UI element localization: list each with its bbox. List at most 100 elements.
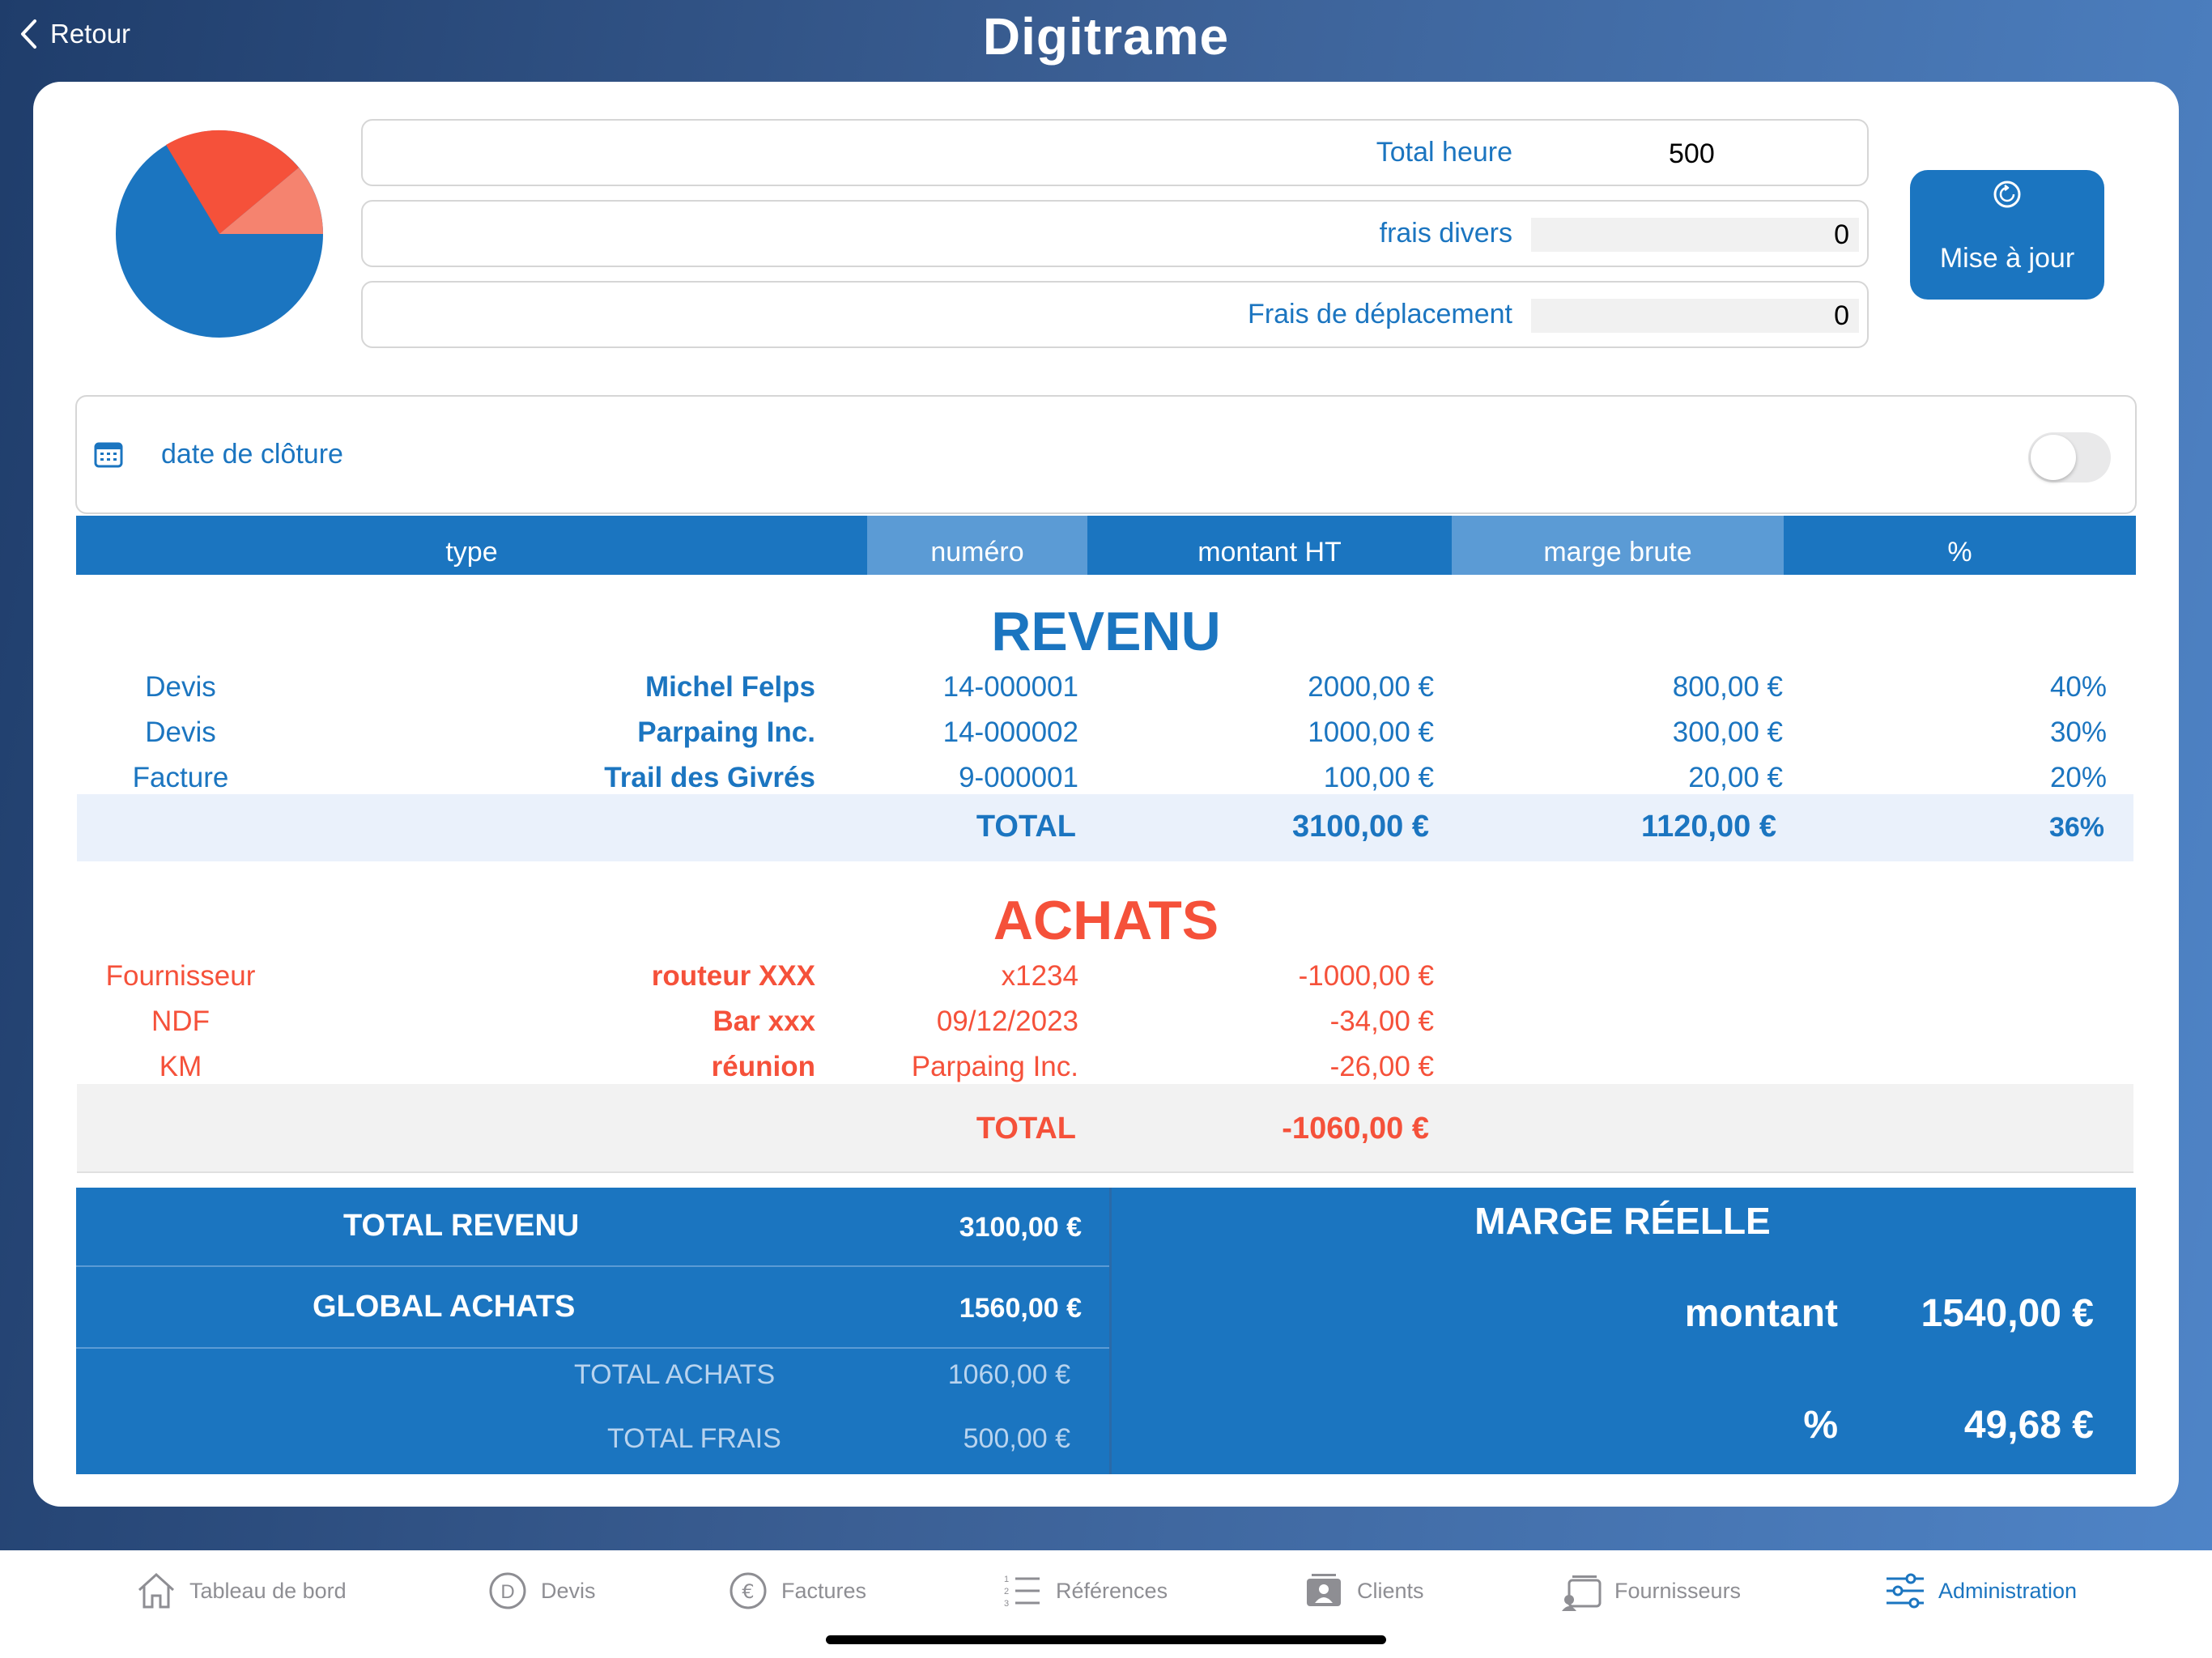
col-type: type — [445, 537, 498, 568]
devis-icon: D — [489, 1572, 526, 1609]
calendar-icon — [94, 442, 123, 468]
tab-label: Fournisseurs — [1614, 1578, 1742, 1603]
row-montant: 100,00 € — [1323, 762, 1434, 793]
frais-divers-field: frais divers 0 — [361, 200, 1869, 267]
tab-label: Références — [1056, 1578, 1168, 1603]
tab-fournisseurs[interactable]: Fournisseurs — [1559, 1567, 1741, 1615]
row-name[interactable]: Parpaing Inc. — [637, 716, 815, 749]
tab-label: Administration — [1938, 1578, 2078, 1603]
marge-montant-value: 1540,00 € — [1921, 1292, 2094, 1335]
frais-deplacement-field: Frais de déplacement 0 — [361, 281, 1869, 348]
total-achats-value: 1060,00 € — [947, 1359, 1070, 1390]
euro-icon: € — [730, 1572, 767, 1609]
col-numero: numéro — [867, 516, 1087, 575]
closing-date-label: date de clôture — [161, 439, 343, 470]
tab-bar: Tableau de bord D Devis € Factures 1 2 3 R… — [0, 1550, 2212, 1658]
main-card: Total heure 500 frais divers 0 Frais de … — [33, 82, 2179, 1507]
revenu-total-marge: 1120,00 € — [1641, 810, 1776, 844]
tab-tableau-de-bord[interactable]: Tableau de bord — [134, 1567, 347, 1615]
total-revenu-label: TOTAL REVENU — [343, 1209, 580, 1243]
row-montant: -1000,00 € — [1298, 960, 1434, 992]
row-type: KM — [159, 1051, 202, 1082]
row-type: NDF — [151, 1005, 210, 1037]
toggle-knob — [2031, 435, 2076, 480]
achats-total-montant: -1060,00 € — [1282, 1112, 1429, 1146]
refresh-icon — [1993, 181, 2021, 208]
revenu-total-row — [77, 794, 2133, 861]
closing-date-row: date de clôture — [75, 395, 2137, 514]
row-marge: 300,00 € — [1672, 716, 1783, 748]
row-marge: 800,00 € — [1672, 671, 1783, 703]
update-button[interactable]: Mise à jour — [1910, 170, 2104, 300]
svg-text:2: 2 — [1004, 1587, 1009, 1596]
total-frais-label: TOTAL FRAIS — [607, 1423, 781, 1454]
update-button-label: Mise à jour — [1939, 243, 2075, 274]
total-heure-label: Total heure — [1376, 137, 1512, 168]
row-montant: 2000,00 € — [1308, 671, 1434, 703]
summary-divider — [76, 1347, 1109, 1349]
tab-label: Clients — [1357, 1578, 1424, 1603]
global-achats-label: GLOBAL ACHATS — [313, 1290, 576, 1324]
home-icon — [138, 1572, 175, 1609]
marge-percent-label: % — [1803, 1404, 1838, 1447]
row-name[interactable]: réunion — [712, 1051, 815, 1083]
row-percent: 40% — [2049, 671, 2107, 703]
row-montant: 1000,00 € — [1308, 716, 1434, 748]
row-numero: 14-000001 — [942, 671, 1078, 703]
global-achats-value: 1560,00 € — [959, 1293, 1082, 1324]
clients-icon — [1307, 1574, 1341, 1606]
row-name[interactable]: routeur XXX — [652, 960, 815, 993]
svg-text:D: D — [500, 1581, 514, 1603]
revenu-total-montant: 3100,00 € — [1291, 810, 1429, 844]
marge-percent-value: 49,68 € — [1963, 1404, 2094, 1447]
frais-deplacement-label: Frais de déplacement — [1248, 299, 1512, 329]
tab-devis[interactable]: D Devis — [486, 1567, 596, 1615]
row-marge: 20,00 € — [1688, 762, 1783, 793]
total-revenu-value: 3100,00 € — [959, 1212, 1082, 1243]
home-indicator — [826, 1635, 1386, 1644]
tab-label: Devis — [541, 1578, 596, 1603]
table-header: type numéro montant HT marge brute % — [76, 516, 2136, 575]
tab-references[interactable]: 1 2 3 Références — [1001, 1567, 1168, 1615]
list-icon: 1 2 3 — [1004, 1575, 1040, 1609]
col-montant-ht: montant HT — [1197, 537, 1342, 568]
row-name[interactable]: Michel Felps — [645, 671, 815, 704]
row-type: Fournisseur — [105, 960, 256, 992]
summary-divider — [76, 1265, 1109, 1267]
row-percent: 30% — [2049, 716, 2107, 748]
svg-text:€: € — [742, 1580, 754, 1603]
sliders-icon — [1887, 1573, 1924, 1609]
achats-title: ACHATS — [993, 890, 1219, 951]
tab-factures[interactable]: € Factures — [726, 1567, 866, 1615]
achats-total-label: TOTAL — [976, 1112, 1076, 1146]
tab-clients[interactable]: Clients — [1302, 1567, 1424, 1615]
row-numero: Parpaing Inc. — [911, 1051, 1078, 1082]
row-name[interactable]: Bar xxx — [713, 1005, 815, 1038]
svg-text:1: 1 — [1004, 1575, 1009, 1584]
row-numero: 9-000001 — [959, 762, 1078, 793]
total-heure-value: 500 — [1669, 138, 1715, 169]
closing-date-toggle[interactable] — [2028, 432, 2111, 483]
svg-text:3: 3 — [1004, 1599, 1009, 1609]
pie-chart — [116, 130, 323, 338]
total-heure-field: Total heure 500 — [361, 119, 1869, 186]
row-type: Devis — [145, 671, 216, 703]
app-logo: Digitrame — [982, 7, 1230, 66]
row-numero: 09/12/2023 — [936, 1005, 1078, 1037]
col-percent: % — [1947, 537, 1972, 568]
row-numero: 14-000002 — [942, 716, 1078, 748]
tab-label: Tableau de bord — [189, 1578, 347, 1603]
row-name[interactable]: Trail des Givrés — [604, 762, 815, 794]
tab-administration[interactable]: Administration — [1883, 1567, 2077, 1615]
total-frais-value: 500,00 € — [963, 1423, 1070, 1454]
marge-montant-label: montant — [1684, 1292, 1838, 1335]
total-achats-label: TOTAL ACHATS — [574, 1359, 776, 1390]
frais-divers-input[interactable]: 0 — [1531, 218, 1859, 252]
row-montant: -34,00 € — [1329, 1005, 1434, 1037]
row-type: Devis — [145, 716, 216, 748]
frais-deplacement-input[interactable]: 0 — [1531, 299, 1859, 333]
revenu-title: REVENU — [991, 601, 1221, 662]
frais-divers-label: frais divers — [1379, 218, 1512, 249]
row-numero: x1234 — [1001, 960, 1078, 992]
achats-total-row — [77, 1084, 2133, 1173]
